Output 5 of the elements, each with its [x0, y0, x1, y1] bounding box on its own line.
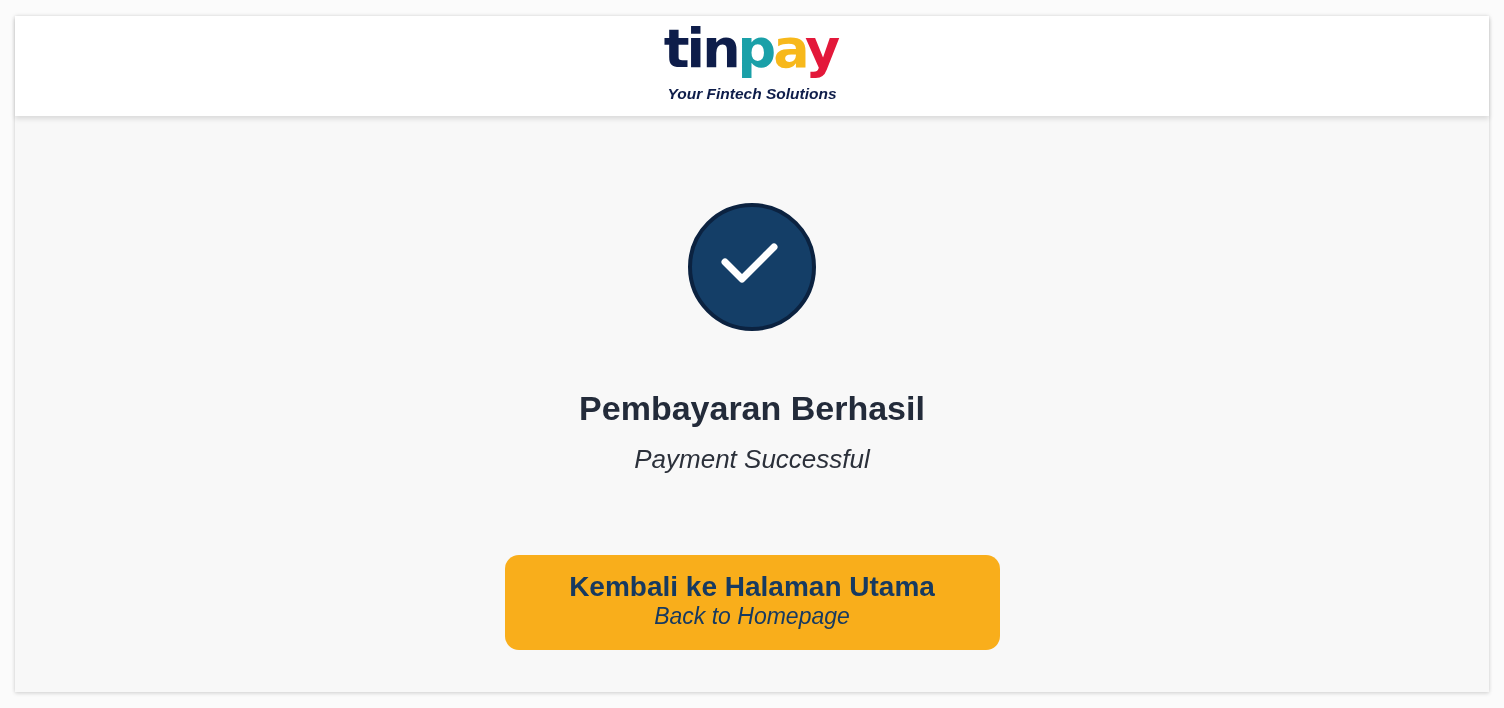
back-to-homepage-button[interactable]: Kembali ke Halaman Utama Back to Homepage [504, 555, 1000, 650]
logo-wordmark: tinpay [663, 16, 839, 82]
status-title: Pembayaran Berhasil [579, 388, 925, 429]
logo-tagline: Your Fintech Solutions [667, 84, 837, 103]
status-subtitle: Payment Successful [634, 443, 870, 475]
